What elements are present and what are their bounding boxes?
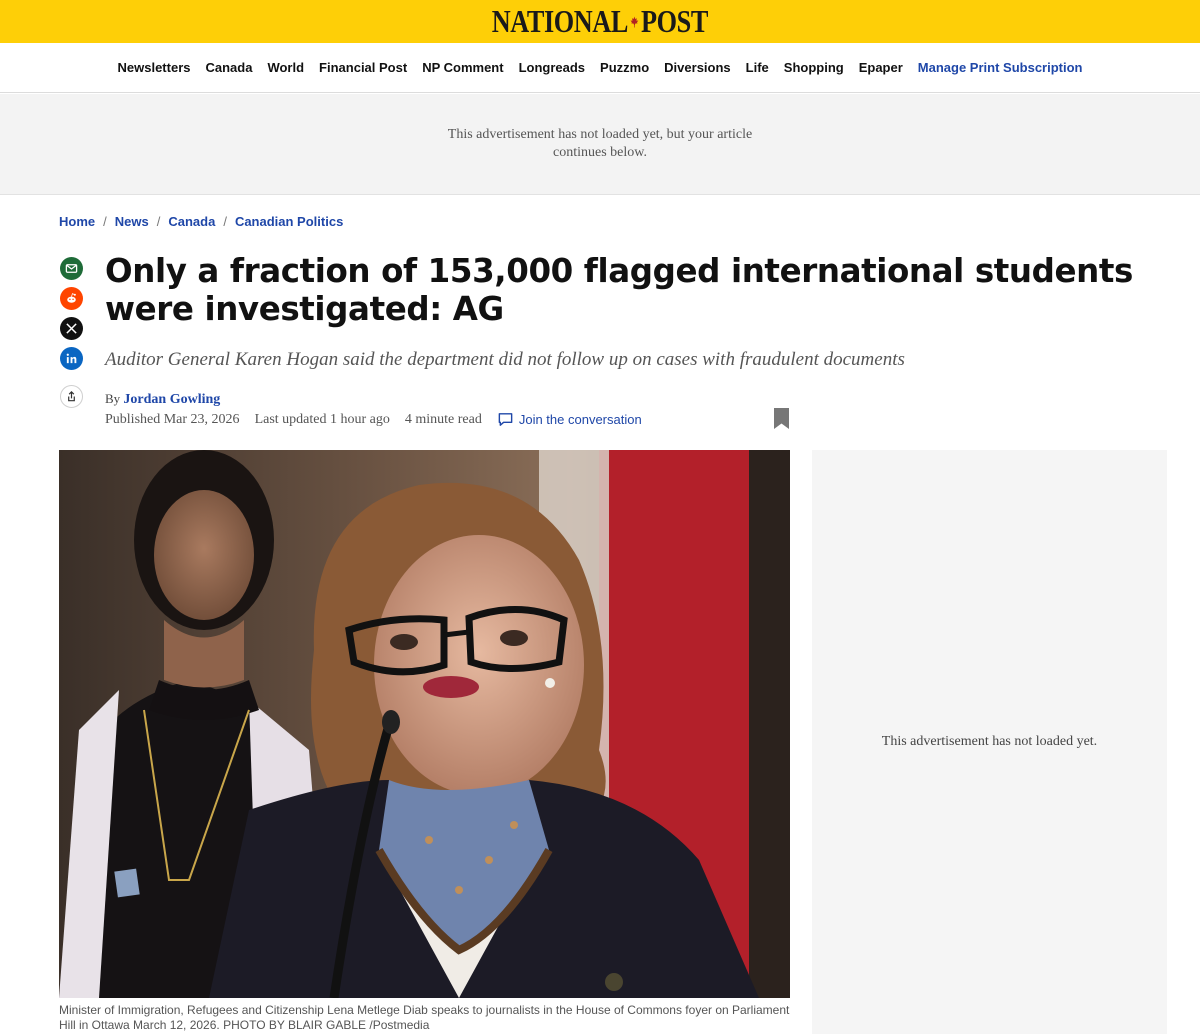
article-headline: Only a fraction of 153,000 flagged inter… [105,252,1133,328]
nav-item-epaper[interactable]: Epaper [851,60,910,75]
breadcrumb-canada[interactable]: Canada [168,214,215,229]
article-meta: Published Mar 23, 2026 Last updated 1 ho… [105,411,642,428]
bookmark-icon [774,408,789,429]
nav-item-puzzmo[interactable]: Puzzmo [593,60,657,75]
sidebar-ad-text: This advertisement has not loaded yet. [881,734,1098,749]
published-date: Published Mar 23, 2026 [105,411,240,427]
nav-item-np-comment[interactable]: NP Comment [415,60,511,75]
breadcrumb-home[interactable]: Home [59,214,95,229]
reddit-icon [67,293,76,303]
nav-item-life[interactable]: Life [738,60,776,75]
email-share-button[interactable] [60,257,83,280]
breadcrumb-separator: / [223,214,227,229]
breadcrumb-canadian-politics[interactable]: Canadian Politics [235,214,343,229]
top-ad-placeholder: This advertisement has not loaded yet, b… [0,94,1200,195]
join-conversation-label: Join the conversation [518,412,642,427]
article-photo [59,450,790,998]
nav-item-manage-subscription[interactable]: Manage Print Subscription [910,60,1090,75]
share-rail [60,257,83,408]
x-share-button[interactable] [60,317,83,340]
reddit-share-button[interactable] [60,287,83,310]
last-updated: Last updated 1 hour ago [254,411,390,427]
join-conversation-link[interactable]: Join the conversation [497,411,642,428]
sidebar-ad-placeholder: This advertisement has not loaded yet. [812,450,1167,1034]
site-logo[interactable]: NATIONAL POST [0,0,1200,43]
logo-left-text: NATIONAL [491,3,629,39]
byline: By Jordan Gowling [105,391,220,408]
nav-item-longreads[interactable]: Longreads [511,60,592,75]
bookmark-button[interactable] [773,407,790,430]
x-icon [66,323,77,334]
read-time: 4 minute read [404,411,482,427]
maple-leaf-icon [630,16,640,28]
article-dek: Auditor General Karen Hogan said the dep… [105,349,905,370]
byline-prefix: By [105,391,121,406]
breadcrumb-news[interactable]: News [115,214,149,229]
nav-item-diversions[interactable]: Diversions [657,60,738,75]
main-nav: Newsletters Canada World Financial Post … [0,43,1200,93]
nav-item-newsletters[interactable]: Newsletters [110,60,198,75]
breadcrumb-separator: / [156,214,161,229]
photo-caption: Minister of Immigration, Refugees and Ci… [59,1003,790,1032]
breadcrumb-separator: / [103,214,107,229]
author-link[interactable]: Jordan Gowling [123,392,220,407]
breadcrumb: Home / News / Canada / Canadian Politics [59,214,343,229]
share-icon [68,391,75,402]
more-share-button[interactable] [60,385,83,408]
nav-item-canada[interactable]: Canada [198,60,260,75]
nav-item-financial-post[interactable]: Financial Post [312,60,415,75]
nav-item-world[interactable]: World [260,60,312,75]
top-ad-text: This advertisement has not loaded yet, b… [447,127,753,160]
top-bar: NATIONAL POST [0,0,1200,43]
linkedin-icon [66,353,77,364]
logo-right-text: POST [641,3,709,39]
linkedin-share-button[interactable] [60,347,83,370]
comment-icon [498,413,513,426]
email-icon [65,264,78,273]
nav-item-shopping[interactable]: Shopping [776,60,851,75]
